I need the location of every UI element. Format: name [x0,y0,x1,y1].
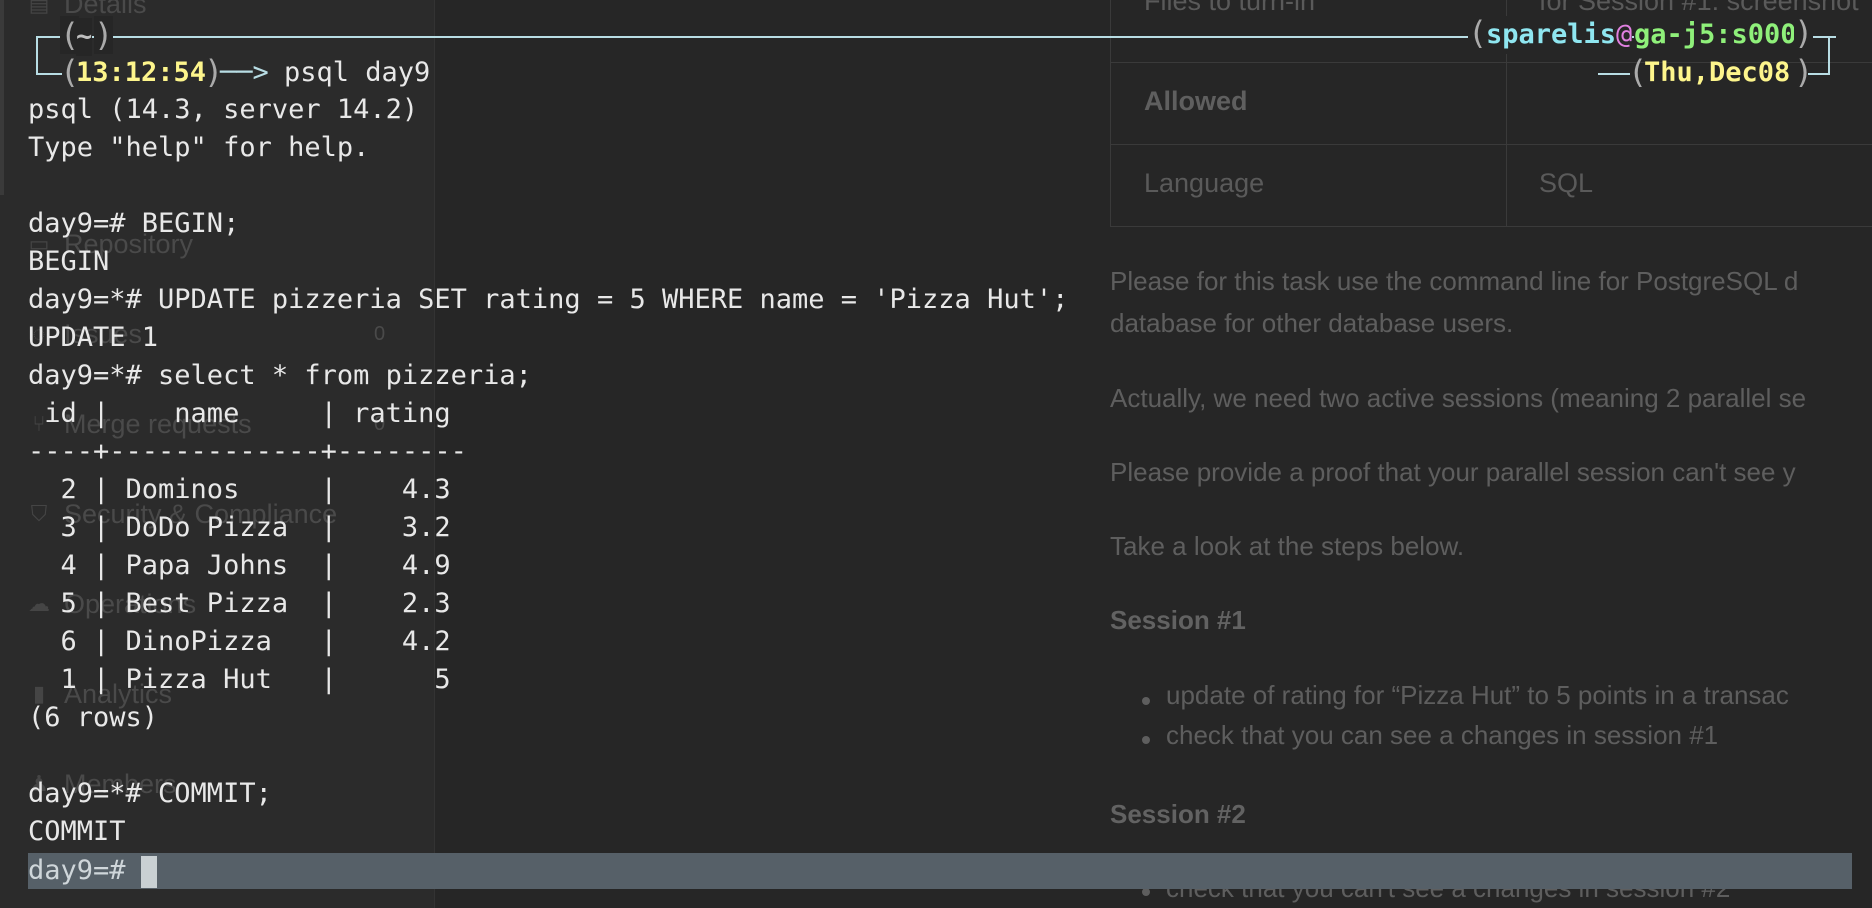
table-row: 1 | Pizza Hut | 5 [28,664,451,695]
prompt-frame-bottom-right [1598,73,1630,75]
tilde-directory: ~ [76,18,93,56]
output-line: COMMIT [28,816,126,847]
paren-close: ) [94,16,114,54]
prompt-clock: 13:12:54 [76,57,207,88]
table-row: 4 | Papa Johns | 4.9 [28,550,451,581]
terminal[interactable]: ( ~ ) ( sparelis @ ga-j5:s000 ) ( 13:12:… [0,0,1872,908]
prompt-frame-right [1828,36,1830,74]
output-line: day9=# BEGIN; [28,208,240,239]
paren-open: ( [1468,14,1488,52]
paren-close: ) [1794,14,1814,52]
output-line: UPDATE 1 [28,322,159,353]
prompt-arrow-icon: ──> [220,57,269,88]
table-separator: ----+-------------+-------- [28,436,467,467]
prompt-date: Thu,Dec08 [1644,57,1791,88]
paren-close: ) [1794,53,1814,91]
terminal-input-line[interactable]: day9=# [28,853,1852,889]
table-row: 2 | Dominos | 4.3 [28,474,451,505]
table-header: id | name | rating [28,398,451,429]
output-line: psql (14.3, server 14.2) [28,94,419,125]
output-line: day9=*# COMMIT; [28,778,272,809]
output-line: day9=*# UPDATE pizzeria SET rating = 5 W… [28,284,1069,315]
output-line: Type "help" for help. [28,132,370,163]
username: sparelis [1486,16,1617,54]
table-row: 5 | Best Pizza | 2.3 [28,588,451,619]
at-sign: @ [1616,16,1633,54]
output-line: day9=*# select * from pizzeria; [28,360,532,391]
output-line: BEGIN [28,246,110,277]
prompt-frame-bottom-left [36,73,62,75]
table-row: 3 | DoDo Pizza | 3.2 [28,512,451,543]
current-prompt: day9=# [28,855,126,886]
prompt-frame-left [36,36,38,74]
table-row: 6 | DinoPizza | 4.2 [28,626,451,657]
command-text: psql day9 [284,57,431,88]
text-cursor [141,856,157,888]
row-count: (6 rows) [28,702,159,733]
hostname: ga-j5:s000 [1634,16,1797,54]
